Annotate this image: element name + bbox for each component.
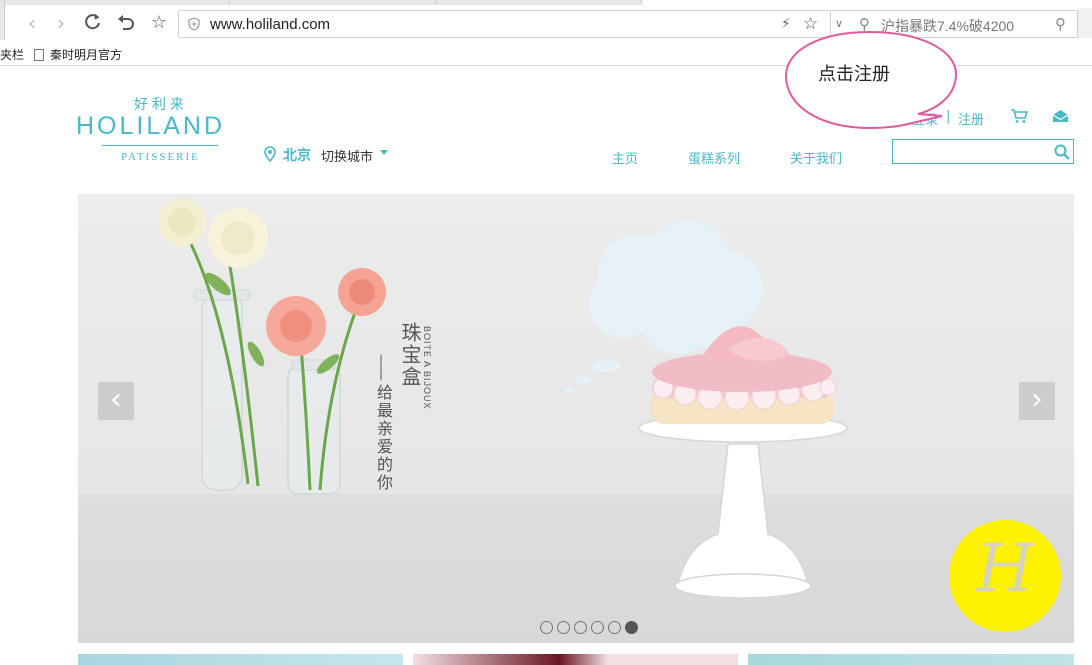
shield-icon [188,17,200,31]
carousel-dot[interactable] [608,621,621,634]
switch-city-link[interactable]: 切换城市 [321,146,373,165]
banner-title: 珠宝盒 [398,322,422,388]
nav-cake-series[interactable]: 蛋糕系列 [688,148,740,167]
location-pin-icon [264,146,276,162]
mail-icon[interactable] [1052,109,1069,123]
logo-chinese[interactable]: 好利来 [134,94,188,114]
reload-icon[interactable] [82,12,104,34]
bookmarks-folder[interactable]: 夹栏 [0,46,24,63]
forward-icon[interactable]: › [50,12,72,34]
logo-divider [102,145,218,146]
next-slide-button[interactable]: › [1019,382,1055,420]
bookmark-star-icon[interactable]: ☆ [148,12,170,34]
scrollbar[interactable] [1078,8,1092,38]
register-link[interactable]: 注册 [958,109,984,128]
undo-icon[interactable] [115,12,137,34]
address-bar[interactable]: www.holiland.com ⚡ ☆ [178,10,831,38]
prev-slide-button[interactable]: ‹ [98,382,134,420]
carousel-dot-active[interactable] [625,621,638,634]
banner-title-en: BOITE A BIJOUX [422,326,432,410]
logo-subtitle: PATISSERIE [121,151,200,163]
badge-letter: H [976,530,1034,607]
url-text[interactable]: www.holiland.com [210,16,330,33]
carousel-dot[interactable] [591,621,604,634]
current-city: 北京 [283,148,311,164]
search-icon[interactable] [1053,143,1071,161]
cart-icon[interactable] [1010,108,1028,124]
logo-wordmark[interactable]: HOLILAND [76,112,225,141]
back-icon[interactable]: ‹ [21,12,43,34]
browser-tab[interactable] [436,0,642,5]
chevron-down-icon[interactable] [380,150,388,155]
nav-about-us[interactable]: 关于我们 [790,148,842,167]
search-submit-icon[interactable]: ⚲ [1055,15,1066,33]
page-icon [34,49,44,61]
thumbnail-row [78,654,1074,665]
chevron-right-icon: › [1031,382,1043,417]
bookmark-label: 秦时明月官方 [50,48,123,62]
site-search-box[interactable] [892,139,1074,164]
callout-text: 点击注册 [818,64,890,85]
glass-vase [193,289,251,491]
thumbnail-card[interactable] [78,654,403,665]
hero-banner[interactable]: ‹ › 珠宝盒 BOITE A BIJOUX —— 给最亲爱的你 [78,194,1074,643]
thumbnail-card[interactable] [748,654,1074,665]
nav-home[interactable]: 主页 [612,148,638,167]
banner-illustration [158,198,848,599]
cake-stand [638,413,848,599]
banner-slogan: 给最亲爱的你 [374,384,393,492]
watermark-badge: H [949,520,1061,632]
carousel-dot[interactable] [557,621,570,634]
browser-tab[interactable] [230,0,436,5]
carousel-dot[interactable] [540,621,553,634]
chevron-left-icon: ‹ [110,382,122,417]
window-edge [0,0,5,40]
tab-strip [0,0,1092,5]
bookmark-item[interactable]: 秦时明月官方 [34,46,122,63]
glass-vase-small [287,359,341,495]
site-search-input[interactable] [895,142,1045,161]
thumbnail-card[interactable] [413,654,738,665]
browser-tab[interactable] [0,0,230,5]
carousel-dot[interactable] [574,621,587,634]
banner-dash: —— [373,354,389,380]
